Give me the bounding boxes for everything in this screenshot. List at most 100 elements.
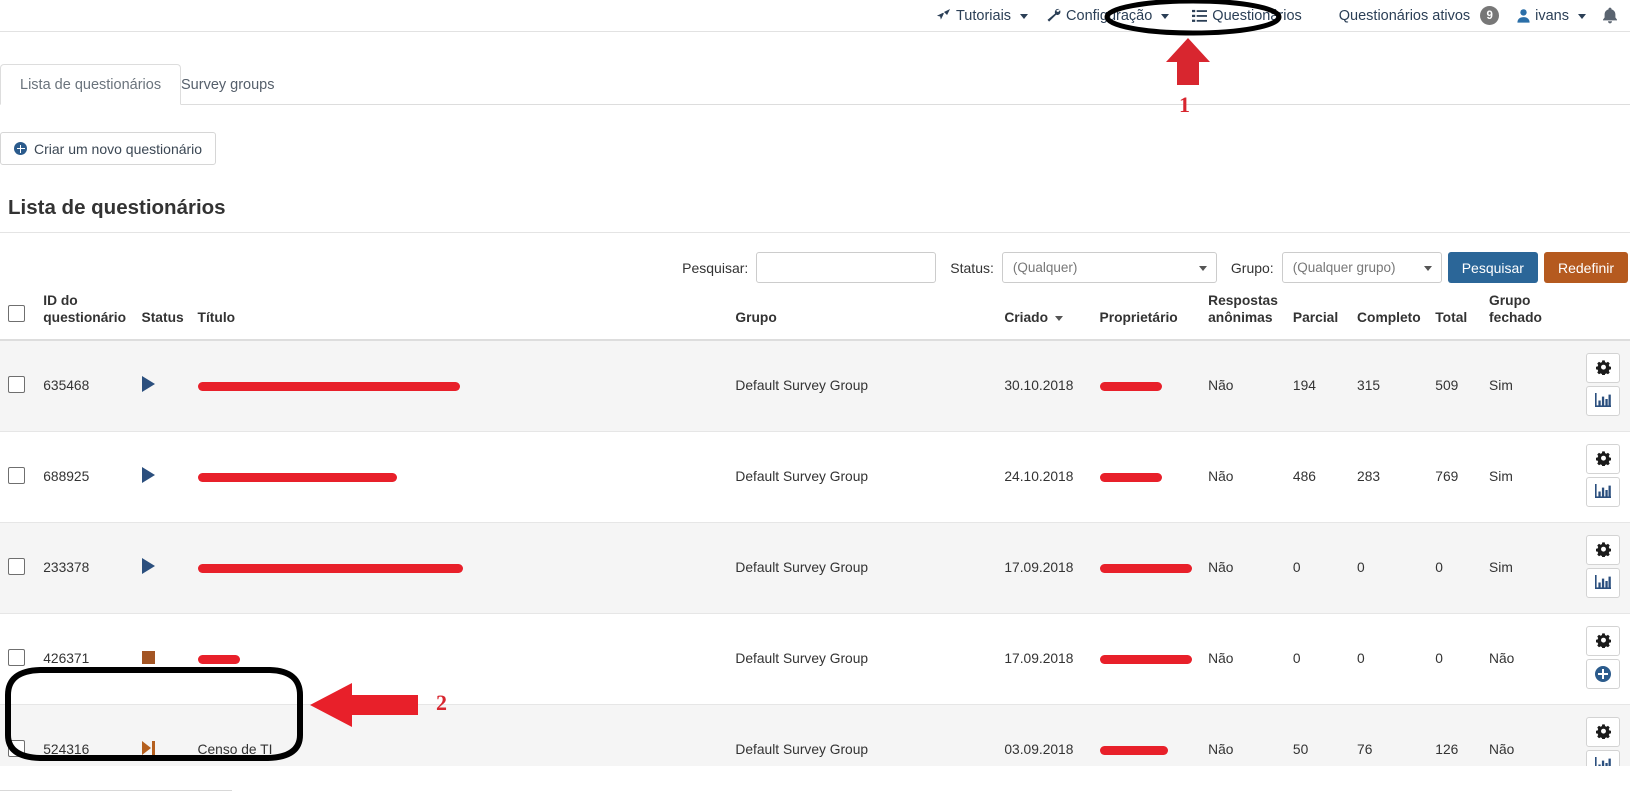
- status-select[interactable]: (Qualquer): [1001, 252, 1217, 283]
- notifications-button[interactable]: [1595, 3, 1622, 28]
- search-button[interactable]: Pesquisar: [1447, 252, 1538, 283]
- cell-status: [135, 431, 192, 523]
- tab-bar: Lista de questionários Survey groups: [0, 64, 1630, 105]
- tab-lista-de-questionarios[interactable]: Lista de questionários: [0, 64, 182, 105]
- tab-survey-groups[interactable]: Survey groups: [162, 64, 294, 105]
- cell-created: 24.10.2018: [998, 431, 1094, 523]
- nav-item-configuracao[interactable]: Configuração: [1037, 4, 1178, 28]
- table-row[interactable]: 635468 Default Survey Group 30.10.2018 Não 1…: [0, 339, 1630, 432]
- row-checkbox[interactable]: [8, 648, 25, 666]
- group-select-value: (Qualquer grupo): [1292, 260, 1396, 275]
- nav-label-questionarios: Questionários: [1212, 7, 1302, 24]
- search-input[interactable]: [756, 252, 937, 283]
- cell-closed-group: Sim: [1483, 339, 1558, 432]
- cell-complete: 0: [1351, 613, 1430, 705]
- title-divider: [0, 232, 1630, 233]
- row-select-cell: [0, 339, 38, 432]
- header-group[interactable]: Grupo: [729, 289, 999, 341]
- row-statistics-button[interactable]: [1586, 567, 1620, 598]
- row-select-cell: [0, 431, 38, 523]
- group-label: Grupo:: [1230, 259, 1274, 276]
- row-checkbox[interactable]: [8, 557, 25, 575]
- header-status[interactable]: Status: [135, 289, 192, 341]
- cell-group: Default Survey Group: [729, 613, 999, 705]
- wrench-icon: [1046, 8, 1061, 23]
- table-row[interactable]: 688925 Default Survey Group 24.10.2018 Não 4…: [0, 431, 1630, 523]
- row-settings-button[interactable]: [1586, 716, 1620, 747]
- nav-item-questionarios[interactable]: Questionários: [1178, 4, 1315, 28]
- nav-label-questionarios-ativos: Questionários ativos: [1338, 7, 1471, 24]
- survey-owner-redaction: [1099, 473, 1162, 483]
- reset-button[interactable]: Redefinir: [1543, 252, 1628, 283]
- select-all-checkbox[interactable]: [8, 304, 25, 322]
- cell-actions: [1557, 522, 1630, 614]
- sort-desc-icon: [1055, 315, 1064, 321]
- play-icon: [141, 467, 155, 484]
- row-settings-button[interactable]: [1586, 352, 1620, 383]
- row-checkbox[interactable]: [8, 466, 25, 484]
- nav-item-user-menu[interactable]: ivans: [1508, 4, 1595, 28]
- play-icon: [141, 376, 155, 393]
- header-title[interactable]: Título: [191, 289, 730, 341]
- cell-closed-group: Sim: [1483, 431, 1558, 523]
- table-header: ID do questionário Status Título Grupo C…: [0, 289, 1630, 341]
- header-anonymous-responses[interactable]: Respostas anônimas: [1202, 289, 1287, 341]
- search-label: Pesquisar:: [682, 259, 749, 276]
- cell-anonymous: Não: [1202, 522, 1287, 614]
- table-row[interactable]: 233378 Default Survey Group 17.09.2018 Não 0…: [0, 522, 1630, 614]
- survey-title-redaction: [197, 382, 460, 392]
- cell-complete: 315: [1351, 339, 1430, 432]
- header-complete[interactable]: Completo: [1351, 289, 1430, 341]
- row-checkbox[interactable]: [8, 739, 25, 757]
- table-footer-strip: [0, 766, 1630, 800]
- row-settings-button[interactable]: [1586, 625, 1620, 656]
- questionarios-dropdown-toggle[interactable]: [1316, 12, 1330, 20]
- survey-title-redaction: [197, 473, 397, 483]
- cell-created: 17.09.2018: [998, 613, 1094, 705]
- bar-chart-icon: [1595, 393, 1611, 408]
- page-title: Lista de questionários: [8, 196, 226, 219]
- cell-owner: [1093, 522, 1203, 614]
- cell-status: [135, 339, 192, 432]
- create-new-survey-button[interactable]: Criar um novo questionário: [0, 132, 217, 165]
- survey-owner-redaction: [1099, 655, 1192, 665]
- cell-title[interactable]: [191, 522, 730, 614]
- cell-group: Default Survey Group: [729, 339, 999, 432]
- cell-created: 17.09.2018: [998, 522, 1094, 614]
- nav-item-questionarios-ativos[interactable]: Questionários ativos 9: [1330, 2, 1508, 29]
- cell-anonymous: Não: [1202, 339, 1287, 432]
- tab-label: Lista de questionários: [20, 76, 162, 93]
- row-statistics-button[interactable]: [1586, 385, 1620, 416]
- cell-survey-id: 688925: [37, 431, 136, 523]
- table-row[interactable]: 426371 Default Survey Group 17.09.2018 Não 0…: [0, 613, 1630, 705]
- cell-title[interactable]: [191, 613, 730, 705]
- row-statistics-button[interactable]: [1586, 476, 1620, 507]
- cell-total: 509: [1429, 339, 1484, 432]
- row-checkbox[interactable]: [8, 375, 25, 393]
- row-settings-button[interactable]: [1586, 534, 1620, 565]
- chevron-down-icon: [1423, 266, 1432, 271]
- plus-circle-icon: [14, 142, 27, 155]
- header-survey-id[interactable]: ID do questionário: [37, 289, 136, 341]
- plus-circle-icon: [1595, 665, 1611, 682]
- cell-group: Default Survey Group: [729, 522, 999, 614]
- group-select[interactable]: (Qualquer grupo): [1281, 252, 1442, 283]
- header-total[interactable]: Total: [1429, 289, 1484, 341]
- row-activate-button[interactable]: [1586, 658, 1620, 689]
- nav-item-tutoriais[interactable]: Tutoriais: [927, 4, 1037, 28]
- cell-title[interactable]: [191, 339, 730, 432]
- footer-control-edge: [0, 790, 232, 791]
- header-owner[interactable]: Proprietário: [1093, 289, 1203, 341]
- survey-title-redaction: [197, 564, 463, 574]
- header-created[interactable]: Criado: [998, 289, 1094, 341]
- cell-total: 0: [1429, 522, 1484, 614]
- cell-status: [135, 522, 192, 614]
- header-closed-group[interactable]: Grupo fechado: [1483, 289, 1558, 341]
- cell-closed-group: Sim: [1483, 522, 1558, 614]
- tab-label: Survey groups: [181, 76, 275, 93]
- header-partial[interactable]: Parcial: [1286, 289, 1352, 341]
- cell-title[interactable]: [191, 431, 730, 523]
- active-surveys-badge: 9: [1480, 6, 1500, 25]
- row-settings-button[interactable]: [1586, 443, 1620, 474]
- gear-icon: [1595, 724, 1611, 740]
